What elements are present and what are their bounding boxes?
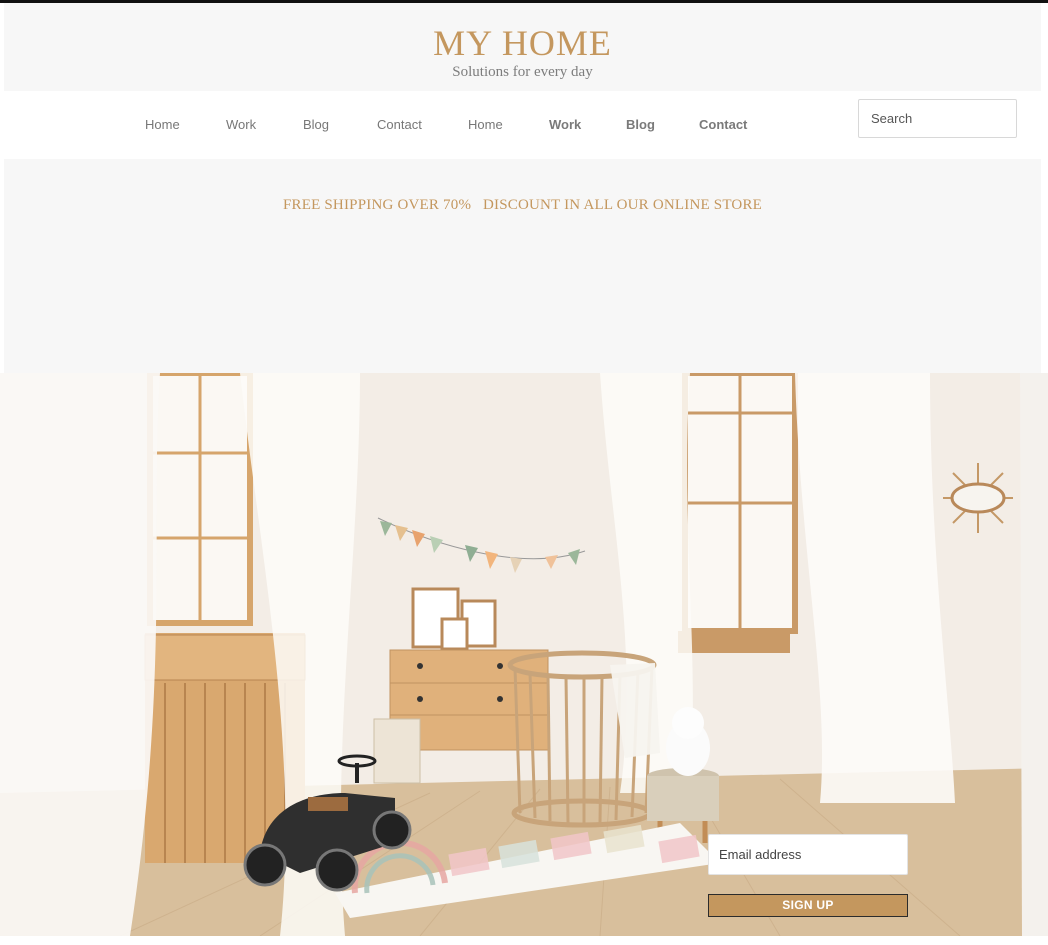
nav-link-home[interactable]: Home bbox=[145, 117, 180, 132]
main-navigation: Home Work Blog Contact Home Work Blog Co… bbox=[0, 91, 1048, 159]
nav-link-work[interactable]: Work bbox=[226, 117, 256, 132]
site-title[interactable]: MY HOME bbox=[4, 23, 1041, 63]
nav-link-blog-2[interactable]: Blog bbox=[626, 117, 655, 132]
site-tagline: Solutions for every day bbox=[452, 64, 593, 80]
nav-link-home-2[interactable]: Home bbox=[468, 117, 503, 132]
signup-button[interactable]: SIGN UP bbox=[708, 894, 908, 917]
email-field[interactable] bbox=[708, 834, 908, 875]
nav-link-blog[interactable]: Blog bbox=[303, 117, 329, 132]
search-input[interactable] bbox=[858, 99, 1017, 138]
promo-text: FREE SHIPPING OVER 70% DISCOUNT IN ALL O… bbox=[282, 197, 763, 213]
nav-link-work-2[interactable]: Work bbox=[549, 117, 581, 132]
nav-link-contact[interactable]: Contact bbox=[377, 117, 422, 132]
site-header: MY HOME Solutions for every day bbox=[4, 3, 1041, 91]
promo-banner: FREE SHIPPING OVER 70% DISCOUNT IN ALL O… bbox=[4, 159, 1041, 373]
nav-link-contact-2[interactable]: Contact bbox=[699, 117, 747, 132]
